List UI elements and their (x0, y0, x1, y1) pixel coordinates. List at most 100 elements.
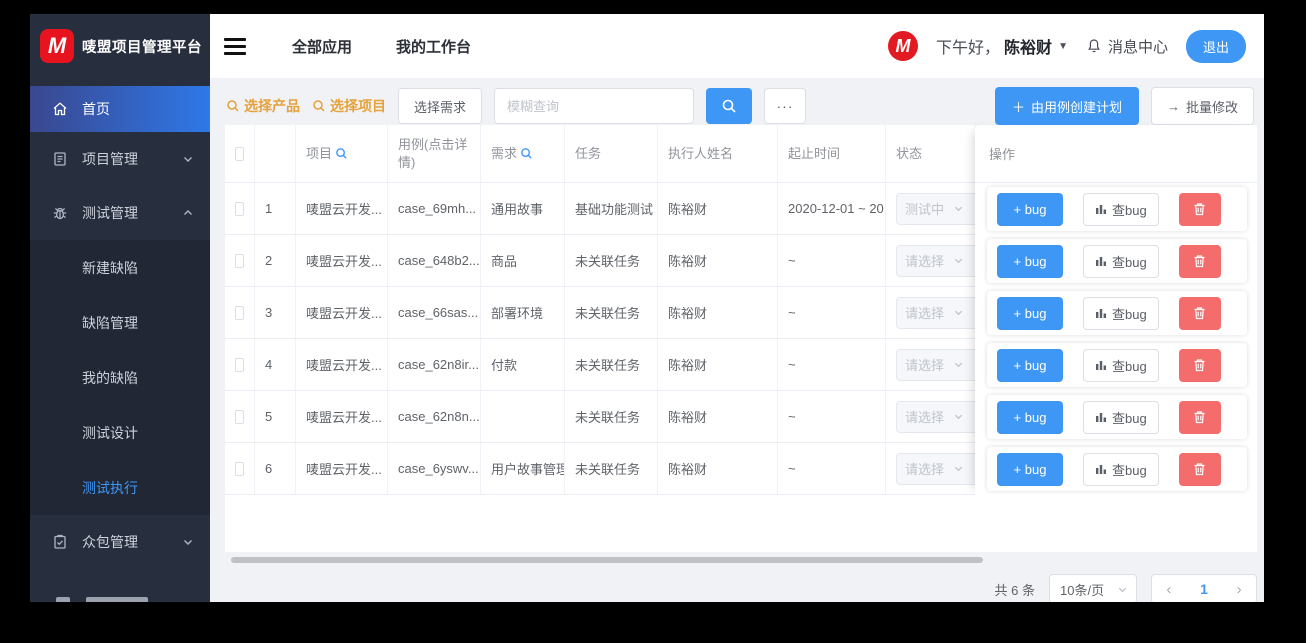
col-actions: 操作 (975, 125, 1257, 183)
cell-period: 2020-12-01 ~ 20 (778, 183, 886, 235)
cell-executor: 陈裕财 (658, 391, 778, 443)
sidebar-item-crowdsourcing[interactable]: 众包管理 (30, 515, 210, 569)
view-bug-button[interactable]: 查bug (1083, 348, 1159, 382)
cell-case[interactable]: case_66sas... (388, 287, 481, 339)
user-avatar[interactable]: M (888, 31, 919, 61)
status-select[interactable]: 请选择 (896, 296, 975, 329)
cell-index: 3 (255, 287, 296, 339)
cell-period: ~ (778, 339, 886, 391)
view-bug-button[interactable]: 查bug (1083, 296, 1159, 330)
col-index (255, 125, 296, 183)
nav-all-apps[interactable]: 全部应用 (292, 36, 352, 57)
table-row: 1 唛盟云开发... case_69mh... 通用故事 基础功能测试 陈裕财 … (225, 183, 975, 235)
row-checkbox[interactable] (235, 357, 244, 372)
user-menu[interactable]: 下午好， 陈裕财 ▼ (936, 34, 1068, 58)
table-row: 5 唛盟云开发... case_62n8n... 未关联任务 陈裕财 ~ 请选择 (225, 391, 975, 443)
cell-case[interactable]: case_69mh... (388, 183, 481, 235)
nav-my-workbench[interactable]: 我的工作台 (396, 36, 471, 57)
horizontal-scrollbar-thumb[interactable] (231, 557, 983, 563)
add-bug-button[interactable]: + bug (997, 296, 1063, 330)
add-bug-button[interactable]: + bug (997, 452, 1063, 486)
select-all-checkbox[interactable] (235, 146, 244, 161)
search-icon[interactable] (520, 147, 533, 160)
sidebar-item-new-defect[interactable]: 新建缺陷 (30, 240, 210, 295)
add-bug-button[interactable]: + bug (997, 348, 1063, 382)
bug-icon (52, 205, 68, 221)
cell-case[interactable]: case_6yswv... (388, 443, 481, 495)
sidebar-item-home[interactable]: 首页 (30, 86, 210, 132)
add-bug-button[interactable]: + bug (997, 192, 1063, 226)
batch-edit-button[interactable]: → 批量修改 (1150, 87, 1254, 125)
select-product-link[interactable]: 选择产品 (226, 96, 300, 116)
cell-task: 未关联任务 (565, 339, 658, 391)
search-icon (226, 99, 240, 113)
status-select[interactable]: 测试中 (896, 192, 975, 225)
cell-case[interactable]: case_648b2... (388, 235, 481, 287)
delete-button[interactable] (1178, 192, 1221, 226)
col-case: 用例(点击详情) (388, 125, 481, 183)
delete-button[interactable] (1178, 400, 1221, 434)
hamburger-menu-icon[interactable] (224, 37, 246, 55)
trash-icon (1193, 462, 1206, 476)
sidebar-item-project-mgmt[interactable]: 项目管理 (30, 132, 210, 186)
cell-executor: 陈裕财 (658, 183, 778, 235)
row-checkbox[interactable] (235, 305, 244, 320)
chevron-down-icon (182, 536, 194, 548)
row-checkbox[interactable] (235, 253, 244, 268)
status-select[interactable]: 请选择 (896, 400, 975, 433)
add-bug-button[interactable]: + bug (997, 244, 1063, 278)
cell-case[interactable]: case_62n8n... (388, 391, 481, 443)
delete-button[interactable] (1178, 452, 1221, 486)
horizontal-scrollbar[interactable] (225, 557, 985, 563)
status-select[interactable]: 请选择 (896, 452, 975, 485)
bar-chart-icon (1095, 203, 1107, 215)
sidebar-item-partial[interactable] (30, 595, 210, 602)
cell-period: ~ (778, 235, 886, 287)
more-filters-button[interactable]: ··· (764, 88, 807, 124)
cell-requirement (481, 391, 565, 443)
add-bug-button[interactable]: + bug (997, 400, 1063, 434)
status-select[interactable]: 请选择 (896, 244, 975, 277)
sidebar-item-test-mgmt[interactable]: 测试管理 (30, 186, 210, 240)
arrow-right-icon: → (1166, 98, 1180, 114)
cell-period: ~ (778, 391, 886, 443)
prev-page-button[interactable]: ‹ (1166, 582, 1171, 597)
view-bug-button[interactable]: 查bug (1083, 400, 1159, 434)
page-size-select[interactable]: 10条/页 (1049, 574, 1137, 602)
bell-icon (1086, 38, 1102, 54)
status-select[interactable]: 请选择 (896, 348, 975, 381)
action-row: + bug 查bug (975, 443, 1257, 495)
table-row: 3 唛盟云开发... case_66sas... 部署环境 未关联任务 陈裕财 … (225, 287, 975, 339)
sidebar-item-test-design[interactable]: 测试设计 (30, 405, 210, 460)
search-icon[interactable] (335, 147, 348, 160)
view-bug-button[interactable]: 查bug (1083, 192, 1159, 226)
row-checkbox[interactable] (235, 461, 244, 476)
search-button[interactable] (706, 88, 753, 124)
view-bug-button[interactable]: 查bug (1083, 244, 1159, 278)
delete-button[interactable] (1178, 348, 1221, 382)
sidebar-item-defect-mgmt[interactable]: 缺陷管理 (30, 295, 210, 350)
cell-project: 唛盟云开发... (296, 287, 388, 339)
view-bug-button[interactable]: 查bug (1083, 452, 1159, 486)
delete-button[interactable] (1178, 244, 1221, 278)
bar-chart-icon (1095, 255, 1107, 267)
cell-index: 6 (255, 443, 296, 495)
action-row: + bug 查bug (975, 287, 1257, 339)
cell-case[interactable]: case_62n8ir... (388, 339, 481, 391)
table-scroll-region: 项目 用例(点击详情) 需求 任务 执行人姓名 起止时间 状态 1 唛盟云开发.… (225, 125, 975, 495)
fuzzy-search-input[interactable] (494, 88, 695, 124)
sidebar-item-test-execution[interactable]: 测试执行 (30, 460, 210, 515)
row-checkbox[interactable] (235, 409, 244, 424)
logout-button[interactable]: 退出 (1185, 29, 1246, 63)
create-plan-from-case-button[interactable]: ＋ 由用例创建计划 (994, 87, 1139, 125)
delete-button[interactable] (1178, 296, 1221, 330)
select-requirement-button[interactable]: 选择需求 (398, 88, 483, 124)
sidebar-item-my-defects[interactable]: 我的缺陷 (30, 350, 210, 405)
next-page-button[interactable]: › (1237, 582, 1242, 597)
sidebar-item-label: 测试管理 (82, 205, 138, 221)
message-center[interactable]: 消息中心 (1086, 36, 1168, 57)
current-page[interactable]: 1 (1200, 581, 1208, 597)
cell-project: 唛盟云开发... (296, 391, 388, 443)
select-project-link[interactable]: 选择项目 (312, 96, 386, 116)
row-checkbox[interactable] (235, 201, 244, 216)
